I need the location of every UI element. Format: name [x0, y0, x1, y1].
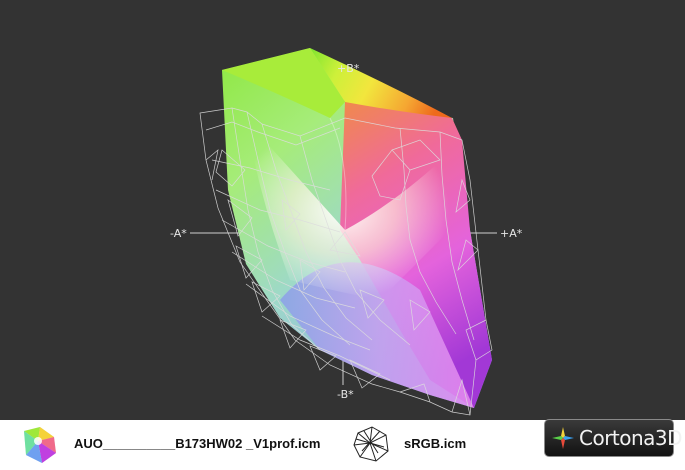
- axis-label-minus-b: -B*: [337, 388, 354, 401]
- color-gamut-icon: [18, 423, 60, 465]
- legend-item-srgb[interactable]: sRGB.icm: [350, 420, 466, 467]
- cortona3d-logo-button[interactable]: Cortona3D: [544, 419, 683, 457]
- gamut-volume-colored: [222, 48, 492, 408]
- cortona-star-icon: [551, 426, 575, 450]
- wireframe-gamut-icon: [350, 423, 392, 465]
- axis-label-plus-a: +A*: [500, 227, 523, 240]
- axis-label-plus-b: +B*: [337, 62, 360, 75]
- legend-label-display-profile: AUO__________B173HW02 _V1prof.icm: [74, 436, 321, 451]
- legend-item-display-profile[interactable]: AUO__________B173HW02 _V1prof.icm: [18, 420, 320, 467]
- cortona3d-logo-text: Cortona3D: [579, 426, 683, 450]
- legend-label-srgb: sRGB.icm: [404, 436, 467, 451]
- 3d-viewport[interactable]: +B* -B* -A* +A*: [0, 0, 685, 420]
- axis-label-minus-a: -A*: [170, 227, 187, 240]
